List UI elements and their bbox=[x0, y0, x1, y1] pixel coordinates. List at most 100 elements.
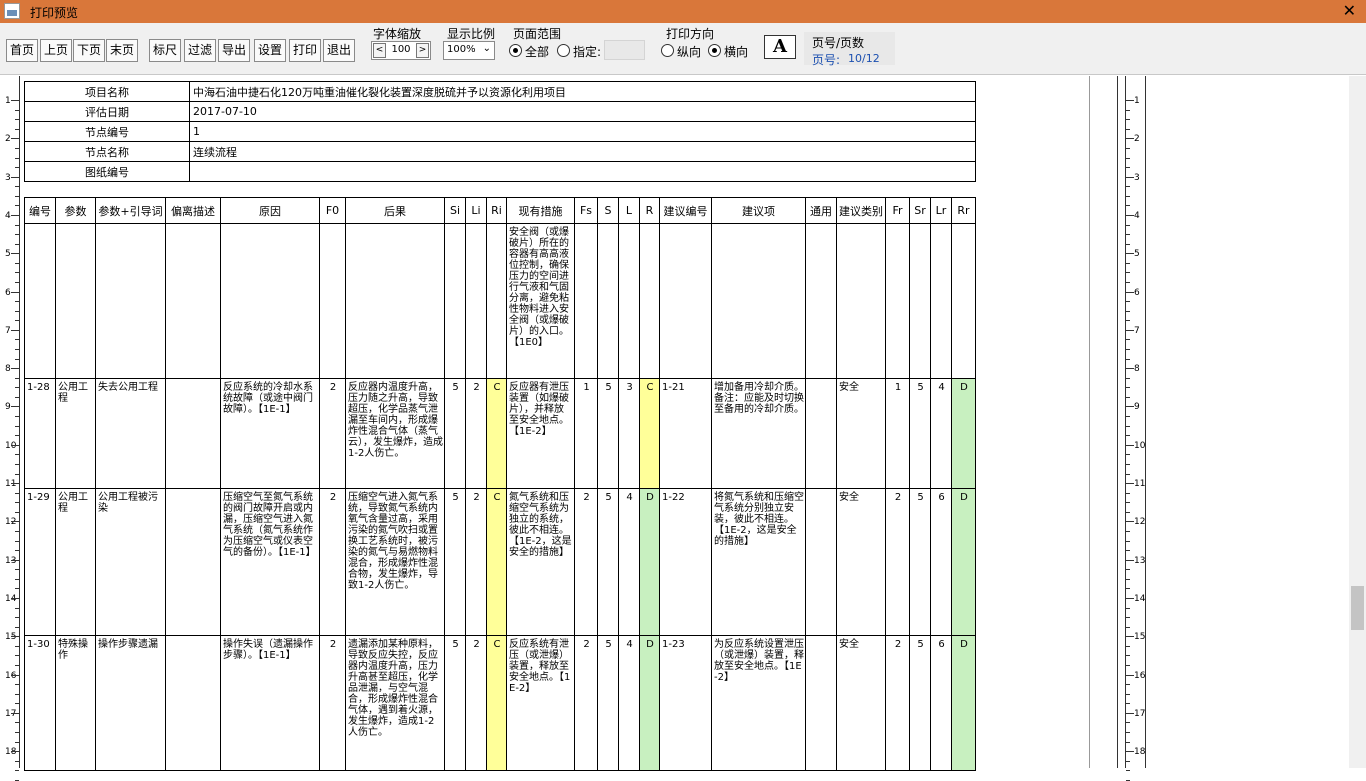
ruler-tick bbox=[1126, 157, 1130, 159]
next-page-button[interactable]: 下页 bbox=[73, 39, 105, 62]
table-cell: D bbox=[639, 488, 660, 636]
ruler-tick bbox=[1126, 224, 1130, 226]
first-page-button[interactable]: 首页 bbox=[6, 39, 38, 62]
ruler-tick bbox=[15, 578, 19, 580]
ruler-tick bbox=[11, 368, 19, 370]
table-cell: 2 bbox=[574, 635, 598, 771]
ruler-tick bbox=[1126, 119, 1130, 121]
range-all-radio[interactable] bbox=[509, 44, 522, 57]
zoom-decrease-icon[interactable]: < bbox=[373, 43, 386, 58]
table-cell: 增加备用冷却介质。备注：应能及时切换至备用的冷却介质。 bbox=[711, 378, 806, 489]
ruler-button[interactable]: 标尺 bbox=[149, 39, 181, 62]
table-cell: 反应系统的冷却水系统故障（或途中阀门故障）。【1E-1】 bbox=[220, 378, 320, 489]
ruler-number: 9 bbox=[5, 402, 11, 413]
font-zoom-value[interactable]: 100 bbox=[388, 44, 414, 55]
ruler-tick bbox=[1126, 320, 1130, 322]
ruler-tick bbox=[1126, 588, 1130, 590]
ruler-tick bbox=[1126, 128, 1130, 130]
ruler-tick bbox=[15, 569, 19, 571]
ruler-tick bbox=[1126, 741, 1130, 743]
table-cell: 3 bbox=[618, 378, 640, 489]
ruler-tick bbox=[15, 109, 19, 111]
scale-select[interactable]: 100% ⌄ bbox=[443, 41, 495, 60]
table-cell bbox=[319, 223, 346, 379]
table-row: 1-28 公用工程 失去公用工程 反应系统的冷却水系统故障（或途中阀门故障）。【1E-… bbox=[24, 378, 976, 489]
last-page-button[interactable]: 末页 bbox=[106, 39, 138, 62]
ruler-tick bbox=[11, 214, 19, 216]
table-cell: 反应系统有泄压（或泄爆）装置，释放至安全地点。【1E-2】 bbox=[506, 635, 575, 771]
ruler-tick bbox=[1126, 147, 1130, 149]
table-cell: D bbox=[951, 635, 976, 771]
landscape-radio[interactable] bbox=[708, 44, 721, 57]
ruler-tick bbox=[1126, 349, 1130, 350]
close-icon[interactable]: ✕ bbox=[1343, 1, 1356, 20]
chevron-down-icon: ⌄ bbox=[482, 43, 491, 54]
table-cell bbox=[805, 635, 837, 771]
table-cell bbox=[805, 488, 837, 636]
ruler-tick bbox=[11, 444, 19, 446]
ruler-tick bbox=[1126, 396, 1130, 398]
print-button[interactable]: 打印 bbox=[289, 39, 321, 62]
ruler-tick bbox=[15, 732, 19, 733]
settings-button[interactable]: 设置 bbox=[254, 39, 286, 62]
font-settings-button[interactable]: A bbox=[764, 35, 796, 59]
ruler-tick bbox=[15, 416, 19, 417]
ruler-tick bbox=[15, 617, 19, 619]
table-cell: 1 bbox=[885, 378, 910, 489]
column-header: 参数 bbox=[55, 197, 96, 224]
column-header: S bbox=[597, 197, 619, 224]
filter-button[interactable]: 过滤 bbox=[184, 39, 216, 62]
table-cell: 1-23 bbox=[659, 635, 712, 771]
ruler-tick bbox=[1126, 329, 1134, 331]
ruler-tick bbox=[15, 550, 19, 552]
ruler-tick bbox=[15, 588, 19, 590]
ruler-tick bbox=[15, 626, 19, 628]
table-cell: 2 bbox=[885, 635, 910, 771]
table-cell bbox=[165, 635, 221, 771]
ruler-tick bbox=[1126, 406, 1134, 408]
font-zoom-stepper[interactable]: < 100 > bbox=[371, 41, 431, 60]
ruler-number: 5 bbox=[1134, 249, 1140, 260]
ruler-number: 13 bbox=[1134, 555, 1146, 566]
info-value: 中海石油中捷石化120万吨重油催化裂化装置深度脱硫并予以资源化利用项目 bbox=[189, 81, 976, 102]
table-cell bbox=[165, 223, 221, 379]
project-info-table: 项目名称 中海石油中捷石化120万吨重油催化裂化装置深度脱硫并予以资源化利用项目评… bbox=[24, 81, 976, 182]
table-cell: 2 bbox=[319, 488, 346, 636]
column-header: Fr bbox=[885, 197, 910, 224]
left-ruler: 1 2 3 4 5 6 7 8 9 10 11 12 13 14 15 16 17 18 bbox=[0, 76, 20, 781]
ruler-number: 14 bbox=[1134, 593, 1146, 604]
vertical-scrollbar[interactable] bbox=[1349, 76, 1366, 768]
prev-page-button[interactable]: 上页 bbox=[40, 39, 72, 62]
ruler-tick bbox=[1126, 559, 1134, 561]
ruler-tick bbox=[1126, 732, 1130, 733]
ruler-tick bbox=[15, 147, 19, 149]
ruler-tick bbox=[15, 396, 19, 398]
zoom-increase-icon[interactable]: > bbox=[416, 43, 429, 58]
ruler-tick bbox=[1126, 444, 1134, 446]
info-key: 图纸编号 bbox=[24, 161, 190, 182]
scrollbar-thumb[interactable] bbox=[1351, 586, 1364, 630]
font-zoom-label: 字体缩放 bbox=[373, 27, 422, 41]
ruler-tick bbox=[15, 339, 19, 341]
ruler-tick bbox=[1126, 100, 1134, 101]
table-cell: D bbox=[951, 378, 976, 489]
ruler-tick bbox=[15, 502, 19, 504]
table-cell bbox=[805, 378, 837, 489]
info-key: 项目名称 bbox=[24, 81, 190, 102]
portrait-radio[interactable] bbox=[661, 44, 674, 57]
ruler-tick bbox=[1126, 770, 1130, 772]
exit-button[interactable]: 退出 bbox=[323, 39, 355, 62]
table-cell: 5 bbox=[909, 635, 931, 771]
table-cell bbox=[444, 223, 466, 379]
range-custom-radio[interactable] bbox=[557, 44, 570, 57]
ruler-tick bbox=[15, 310, 19, 312]
ruler-tick bbox=[1126, 138, 1134, 140]
export-button[interactable]: 导出 bbox=[218, 39, 250, 62]
range-custom-input[interactable] bbox=[604, 40, 645, 60]
table-cell: 压缩空气进入氮气系统，导致氮气系统内氧气含量过高，采用污染的氮气吹扫或置换工艺系… bbox=[345, 488, 445, 636]
ruler-tick bbox=[1126, 502, 1130, 504]
table-cell: 2 bbox=[465, 378, 487, 489]
table-cell: 2 bbox=[319, 378, 346, 489]
ruler-tick bbox=[11, 253, 19, 255]
ruler-number: 15 bbox=[5, 632, 17, 643]
